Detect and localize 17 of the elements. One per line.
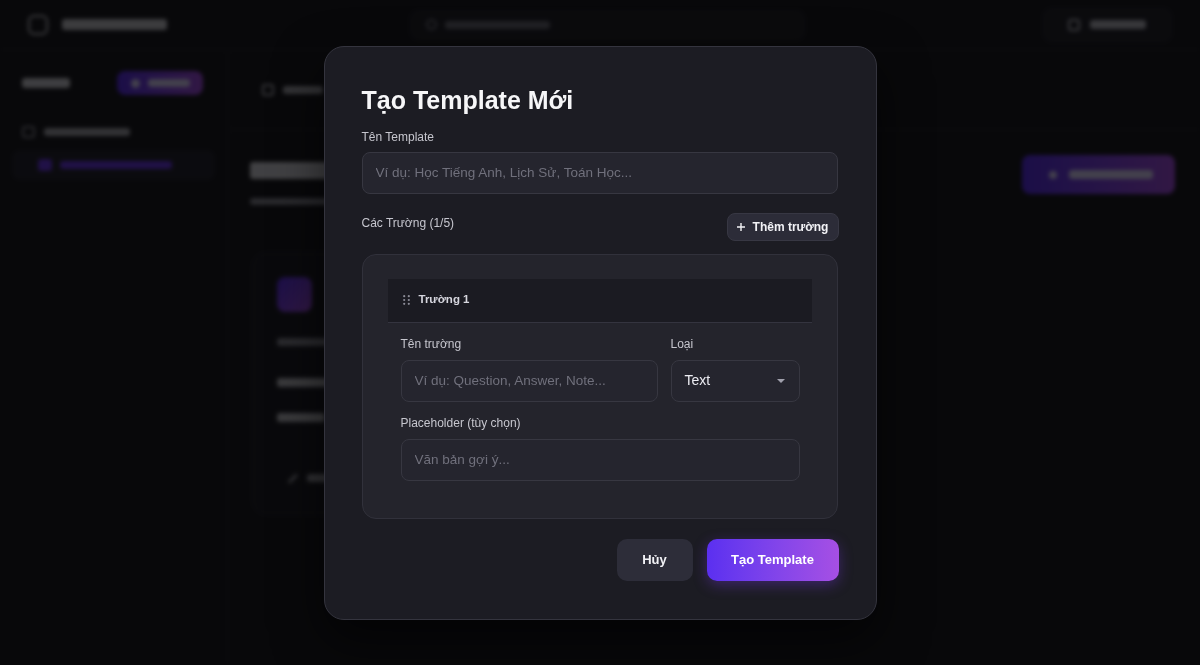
create-template-button[interactable]: Tạo Template: [706, 538, 839, 581]
cancel-button[interactable]: Hủy: [616, 538, 693, 581]
modal-title: Tạo Template Mới: [361, 84, 574, 116]
caret-icon: [776, 378, 785, 383]
template-name-input[interactable]: Ví dụ: Học Tiếng Anh, Lịch Sử, Toán Học...: [361, 151, 838, 194]
placeholder-input[interactable]: Văn bản gợi ý...: [400, 438, 800, 481]
add-field-button[interactable]: Thêm trường: [726, 212, 839, 241]
field-label: Loại: [670, 335, 694, 352]
fields-count-label: Các Trường (1/5): [361, 214, 455, 231]
plus-icon: [736, 222, 745, 231]
field-name-input[interactable]: Ví dụ: Question, Answer, Note...: [400, 359, 658, 402]
field-label: Tên Template: [361, 128, 434, 145]
field-label: Placeholder (tùy chọn): [400, 414, 521, 431]
type-select[interactable]: Text: [670, 359, 800, 402]
field-label: Tên trường: [400, 335, 462, 352]
field-title: Trường 1: [418, 292, 470, 308]
drag-handle-icon: [402, 295, 410, 305]
